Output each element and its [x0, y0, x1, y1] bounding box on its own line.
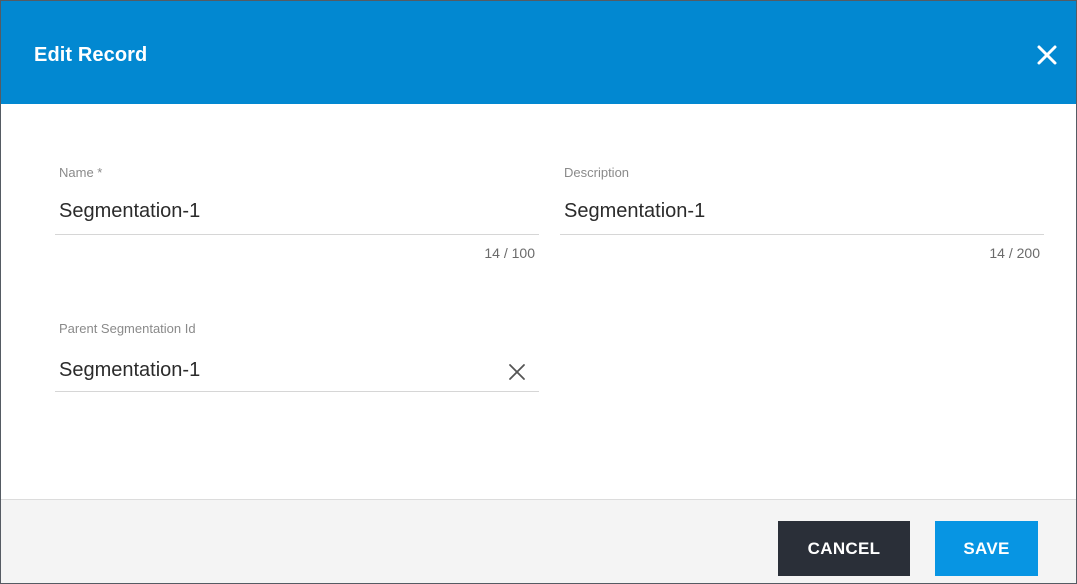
name-label: Name *	[59, 165, 103, 180]
clear-icon[interactable]	[508, 363, 526, 381]
description-input[interactable]: Segmentation-1	[564, 200, 705, 223]
save-button[interactable]: SAVE	[935, 521, 1038, 576]
name-underline	[55, 234, 539, 235]
dialog-header: Edit Record	[1, 1, 1076, 104]
description-field[interactable]: Description Segmentation-1 14 / 200	[560, 165, 1044, 265]
description-label: Description	[564, 165, 630, 180]
description-underline	[560, 234, 1044, 235]
dialog-footer: CANCEL SAVE	[1, 499, 1076, 583]
parent-segmentation-field[interactable]: Parent Segmentation Id Segmentation-1	[55, 321, 539, 393]
parent-segmentation-input[interactable]: Segmentation-1	[59, 359, 200, 382]
edit-record-dialog: Edit Record Name * Segmentation-1 14 / 1…	[0, 0, 1077, 584]
close-icon[interactable]	[1036, 44, 1058, 66]
name-char-counter: 14 / 100	[484, 245, 535, 261]
parent-segmentation-label: Parent Segmentation Id	[59, 321, 196, 336]
parent-segmentation-underline	[55, 391, 539, 392]
name-input[interactable]: Segmentation-1	[59, 200, 200, 223]
name-field[interactable]: Name * Segmentation-1 14 / 100	[55, 165, 539, 265]
dialog-title: Edit Record	[34, 44, 148, 66]
description-char-counter: 14 / 200	[989, 245, 1040, 261]
cancel-button[interactable]: CANCEL	[778, 521, 910, 576]
